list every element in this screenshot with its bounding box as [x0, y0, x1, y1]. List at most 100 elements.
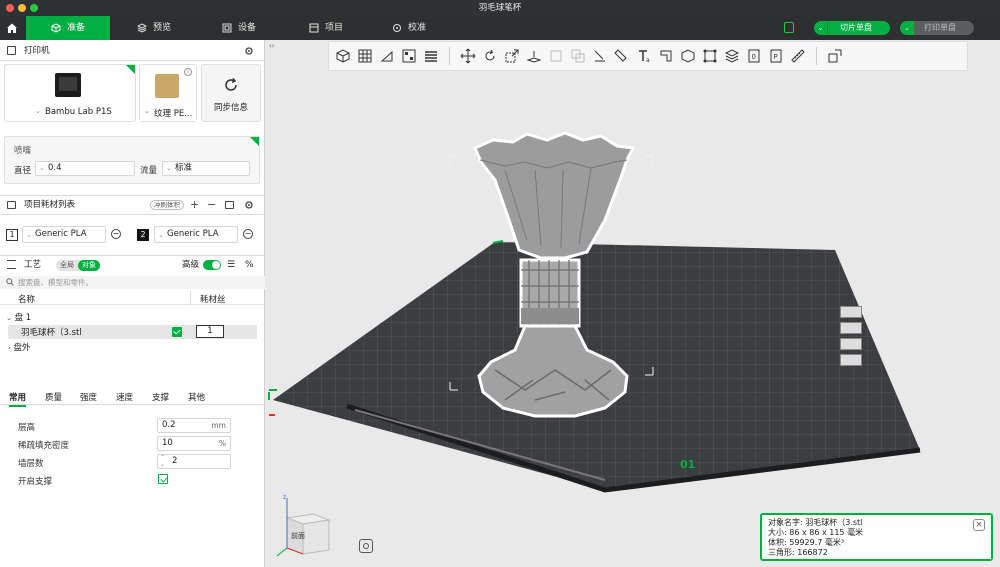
advanced-toggle[interactable] — [203, 260, 221, 270]
toggle-global-label[interactable]: 全局 — [60, 260, 74, 271]
info-icon[interactable]: i — [184, 68, 192, 76]
filament-section-header: 项目耗材列表 冲刷体积 + − — [0, 196, 265, 214]
settings-tab-quality[interactable]: 质量 — [45, 391, 62, 403]
chevron-down-icon: ⌄ — [144, 107, 150, 115]
plate-arrange-icon[interactable] — [840, 338, 862, 350]
layers-icon[interactable] — [421, 46, 441, 66]
nozzle-flow-select[interactable]: ⌄ 标准 — [162, 161, 250, 176]
wall-loops-stepper[interactable]: ⌃ ⌄ 2 — [157, 454, 231, 469]
percent-icon[interactable]: % — [245, 256, 254, 274]
close-window-button[interactable] — [6, 4, 14, 12]
tab-preview[interactable]: 预览 — [137, 16, 171, 40]
add-plate-icon[interactable] — [355, 46, 375, 66]
object-search-bar[interactable]: 搜索盘、模型和零件。 — [0, 276, 265, 289]
support-paint-icon[interactable] — [590, 46, 610, 66]
settings-tab-strength[interactable]: 强度 — [80, 391, 97, 403]
color-paint-icon[interactable] — [612, 46, 632, 66]
tab-project[interactable]: 项目 — [309, 16, 343, 40]
assembly-icon[interactable] — [700, 46, 720, 66]
lay-on-face-icon[interactable] — [524, 46, 544, 66]
tree-outside-plate[interactable]: › 盘外 — [8, 341, 31, 353]
filament-slot-1-number[interactable]: 1 — [6, 229, 18, 241]
measure-icon[interactable] — [678, 46, 698, 66]
nozzle-diameter-select[interactable]: ⌄ 0.4 — [35, 161, 135, 176]
filament-edit-icon[interactable] — [225, 201, 234, 209]
process-icon — [7, 260, 16, 269]
filament-slot-2-name: Generic PLA — [167, 229, 219, 239]
move-icon[interactable] — [458, 46, 478, 66]
chevron-down-icon[interactable]: ⌄ — [900, 21, 914, 35]
plate-close-icon[interactable] — [840, 306, 862, 318]
toggle-object-label[interactable]: 对象 — [78, 260, 100, 271]
tab-device[interactable]: 设备 — [222, 16, 256, 40]
settings-tab-common[interactable]: 常用 — [9, 391, 27, 407]
sync-info-button[interactable]: 同步信息 — [201, 64, 261, 122]
settings-tab-other[interactable]: 其他 — [188, 391, 205, 403]
infill-density-label: 稀疏填充密度 — [18, 441, 70, 451]
printer-image — [55, 73, 81, 97]
global-object-toggle[interactable]: 全局 对象 — [56, 260, 100, 271]
chevron-down-icon[interactable]: ⌄ — [814, 21, 828, 35]
gear-icon[interactable] — [244, 46, 254, 56]
remove-filament-1-icon[interactable]: − — [111, 229, 121, 239]
nozzle-flow-value: 标准 — [175, 163, 193, 173]
slice-layers-icon[interactable] — [722, 46, 742, 66]
list-icon[interactable]: ☰ — [227, 256, 235, 274]
tree-plate-1[interactable]: ⌄ 盘 1 — [6, 311, 31, 323]
filament-slot-2-number[interactable]: 2 — [137, 229, 149, 241]
infill-density-input[interactable]: 10 % — [157, 436, 231, 451]
printer-model-card[interactable]: ⌄ Bambu Lab P1S — [4, 64, 136, 122]
tab-calibrate[interactable]: 校准 — [392, 16, 426, 40]
plate-lock-icon[interactable] — [840, 322, 862, 334]
variable-height-icon[interactable]: 0 — [744, 46, 764, 66]
view-cube[interactable]: z 前面 — [273, 494, 343, 564]
text-icon[interactable]: a — [634, 46, 654, 66]
nozzle-title: 喷嘴 — [14, 146, 32, 156]
preview-icon — [137, 23, 147, 33]
stepper-arrows-icon[interactable]: ⌃ ⌄ — [160, 454, 165, 468]
remove-filament-2-icon[interactable]: − — [243, 229, 253, 239]
plate-type-card[interactable]: i ⌄ 纹理 PE... — [139, 64, 197, 122]
gear-icon[interactable] — [244, 200, 254, 210]
object-printable-checkbox[interactable] — [172, 327, 182, 337]
close-icon[interactable]: × — [973, 519, 985, 531]
filament-slot-1-select[interactable]: ⌄ Generic PLA — [22, 226, 106, 243]
print-plate-button[interactable]: ⌄ 打印单盘 — [900, 21, 974, 35]
chevron-right-icon[interactable]: › — [8, 344, 11, 352]
zoom-window-button[interactable] — [30, 4, 38, 12]
cut-icon[interactable] — [546, 46, 566, 66]
tree-object-row[interactable]: 羽毛球杯（3.stl 1 — [8, 325, 257, 339]
seam-icon[interactable] — [656, 46, 676, 66]
placeholder-p-icon[interactable]: P — [766, 46, 786, 66]
tab-prepare[interactable]: 准备 — [26, 16, 110, 40]
chevron-down-icon[interactable]: ⌄ — [6, 314, 12, 322]
enable-support-checkbox[interactable] — [158, 474, 168, 484]
minus-icon[interactable]: − — [207, 196, 216, 214]
plus-icon[interactable]: + — [190, 196, 199, 214]
print-plate-label: 打印单盘 — [924, 23, 956, 32]
multi-device-icon[interactable] — [784, 22, 794, 33]
rotate-icon[interactable] — [480, 46, 500, 66]
ruler-icon[interactable] — [788, 46, 808, 66]
split-icon[interactable] — [825, 46, 845, 66]
layer-height-input[interactable]: 0.2 mm — [157, 418, 231, 433]
add-object-icon[interactable] — [333, 46, 353, 66]
filament-slot-2-select[interactable]: ⌄ Generic PLA — [154, 226, 238, 243]
plate-settings-icon[interactable] — [840, 354, 862, 366]
minimize-window-button[interactable] — [18, 4, 26, 12]
settings-tab-speed[interactable]: 速度 — [116, 391, 133, 403]
nozzle-diameter-value: 0.4 — [48, 163, 62, 173]
collapse-sidebar-icon[interactable]: ‹› — [269, 42, 275, 50]
3d-viewport[interactable]: ‹› a 0 P 01 z 前面 对象名字: 羽毛球杯（3.stl 大小: 86… — [265, 40, 1000, 567]
scale-icon[interactable] — [502, 46, 522, 66]
settings-tab-support[interactable]: 支撑 — [152, 391, 169, 403]
flush-volume-button[interactable]: 冲刷体积 — [150, 200, 184, 210]
build-plate-scene[interactable]: 01 — [265, 70, 1000, 567]
slice-plate-button[interactable]: ⌄ 切片单盘 — [814, 21, 890, 35]
arrange-icon[interactable] — [399, 46, 419, 66]
fit-view-button[interactable] — [359, 539, 373, 553]
home-button[interactable] — [0, 16, 24, 40]
boolean-icon[interactable] — [568, 46, 588, 66]
object-filament-select[interactable]: 1 — [196, 325, 224, 338]
orient-icon[interactable] — [377, 46, 397, 66]
